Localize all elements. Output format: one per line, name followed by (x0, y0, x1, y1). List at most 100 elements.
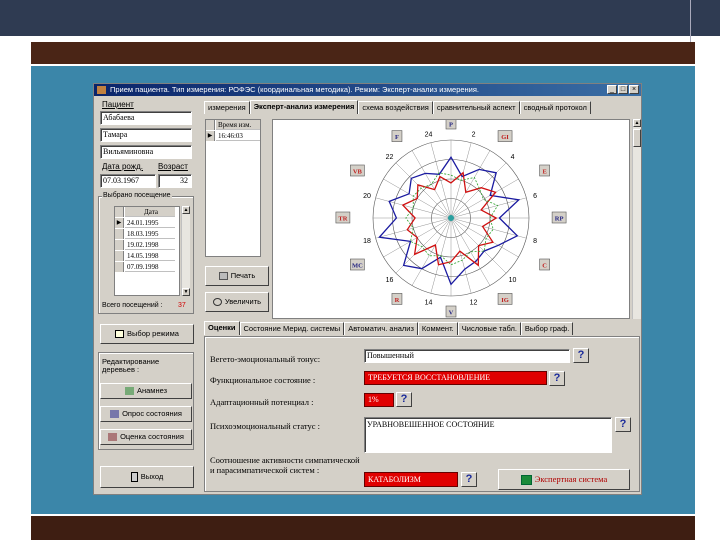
visits-scrollbar[interactable]: ▲ ▼ (181, 206, 190, 296)
radar-series-line (378, 155, 521, 286)
psycho-field[interactable]: УРАВНОВЕШЕННОЕ СОСТОЯНИЕ (364, 417, 612, 453)
tab-impact-scheme[interactable]: схема воздействия (358, 101, 433, 114)
vegetative-field[interactable]: Повышенный (364, 349, 570, 363)
row-pointer-icon: ▶ (206, 131, 215, 141)
visits-total-value: 37 (178, 302, 186, 309)
functional-field[interactable]: ТРЕБУЕТСЯ ВОССТАНОВЛЕНИЕ (364, 371, 547, 385)
print-button[interactable]: Печать (205, 266, 269, 286)
ratio-field[interactable]: КАТАБОЛИЗМ (364, 472, 458, 487)
tab-measurements[interactable]: измерения (204, 101, 250, 114)
slide-bottom-bar (31, 516, 695, 540)
tab-comparison[interactable]: сравнительный аспект (432, 101, 520, 114)
window-controls: _ □ × (607, 85, 639, 94)
survey-label: Опрос состояния (122, 409, 182, 418)
table-row[interactable]: 19.02.1998 (115, 240, 179, 250)
time-column-header[interactable]: Время изм. (216, 120, 260, 130)
survey-button[interactable]: Опрос состояния (100, 406, 192, 422)
window-titlebar[interactable]: Прием пациента. Тип измерения: РОФЭС (ко… (94, 84, 641, 96)
time-row-selector-header (206, 120, 215, 130)
assessment-button[interactable]: Оценка состояния (100, 429, 192, 445)
radar-hour-label: 20 (363, 193, 371, 200)
minimize-button[interactable]: _ (607, 85, 617, 94)
tab-numeric-tables[interactable]: Числовые табл. (457, 322, 521, 335)
meridian-label: F (395, 134, 399, 141)
visit-date-cell[interactable]: 14.05.1998 (125, 251, 175, 261)
chart-scrollbar[interactable]: ▲ (632, 119, 641, 319)
radar-spoke (450, 150, 491, 219)
presentation-slide: Прием пациента. Тип измерения: РОФЭС (ко… (0, 0, 720, 540)
anamnesis-label: Анамнез (136, 386, 168, 395)
functional-help-button[interactable]: ? (549, 371, 565, 386)
maximize-button[interactable]: □ (618, 85, 628, 94)
chart-scroll-up-icon[interactable]: ▲ (633, 119, 641, 127)
age-field[interactable]: 32 (158, 174, 192, 188)
tab-assessments[interactable]: Оценки (204, 321, 240, 335)
adaptive-label: Адаптационный потенциал : (210, 397, 314, 407)
table-row[interactable]: ▶ 24.01.1995 (115, 218, 179, 228)
table-row[interactable]: 07.09.1998 (115, 262, 179, 272)
print-label: Печать (230, 271, 256, 280)
measure-time-list: Время изм. ▶ 16:46:03 (205, 119, 261, 257)
tab-summary[interactable]: сводный протокол (519, 101, 591, 114)
table-row[interactable]: 18.03.1995 (115, 229, 179, 239)
time-header-row: Время изм. (206, 120, 260, 130)
column-header-date[interactable]: Дата (125, 207, 175, 217)
meridian-label: R (395, 297, 400, 304)
visit-date-cell[interactable]: 19.02.1998 (125, 240, 175, 250)
adaptive-field[interactable]: 1% (364, 393, 394, 407)
radar-chart: 24681012141618202224PGIERPCIGVRMCTRVBF (335, 117, 567, 318)
tab-auto-analysis[interactable]: Автоматич. анализ (344, 322, 418, 335)
expert-system-button[interactable]: Экспертная система (498, 469, 630, 490)
first-name-field[interactable]: Тамара (100, 128, 192, 142)
tab-graph-select[interactable]: Выбор граф. (520, 322, 574, 335)
age-label: Возраст (158, 162, 188, 171)
psycho-help-button[interactable]: ? (615, 417, 631, 432)
close-button[interactable]: × (629, 85, 639, 94)
ratio-help-button[interactable]: ? (461, 472, 477, 487)
visit-date-cell[interactable]: 07.09.1998 (125, 262, 175, 272)
visits-total-label: Всего посещений : (102, 302, 163, 309)
meridian-label: TR (338, 216, 347, 223)
tab-comment[interactable]: Коммент. (417, 322, 458, 335)
patronymic-field[interactable]: Вильяминовна (100, 145, 192, 159)
table-header-row: Дата (115, 207, 179, 217)
radar-spoke (395, 162, 452, 219)
row-selector-header (115, 207, 124, 217)
meridian-label: C (542, 263, 547, 270)
slide-top-bar (31, 42, 695, 64)
scroll-up-icon[interactable]: ▲ (182, 206, 190, 214)
vegetative-help-button[interactable]: ? (573, 348, 589, 363)
table-row[interactable]: 14.05.1998 (115, 251, 179, 261)
survey-icon (110, 410, 120, 419)
exit-button[interactable]: Выход (100, 466, 194, 488)
tab-meridian-state[interactable]: Состояние Мерид. системы (239, 322, 345, 335)
meridian-label: VB (353, 169, 363, 176)
mode-select-button[interactable]: Выбор режима (100, 324, 194, 344)
visit-date-cell[interactable]: 24.01.1995 (125, 218, 175, 228)
ratio-label: Соотношение активности симпатической и п… (210, 455, 360, 475)
tab-expert-analysis[interactable]: Эксперт-анализ измерения (249, 100, 359, 114)
app-window: Прием пациента. Тип измерения: РОФЭС (ко… (93, 83, 642, 495)
chart-scroll-thumb[interactable] (633, 129, 641, 147)
radar-hour-label: 22 (386, 154, 394, 161)
meridian-label: V (449, 310, 454, 317)
meridian-label: GI (501, 134, 509, 141)
exit-label: Выход (140, 472, 164, 481)
anamnesis-button[interactable]: Анамнез (100, 383, 192, 399)
zoom-button[interactable]: Увеличить (205, 292, 269, 312)
slide-header-strip (0, 0, 720, 36)
visit-date-cell[interactable]: 18.03.1995 (125, 229, 175, 239)
last-name-field[interactable]: Абабаева (100, 111, 192, 125)
dob-field[interactable]: 07.03.1967 (100, 174, 156, 188)
magnifier-icon (212, 298, 222, 307)
radar-hour-label: 6 (533, 193, 537, 200)
meridian-label: E (542, 169, 546, 176)
dob-label: Дата рожд. (102, 162, 143, 171)
tree-edit-label: Редактирование деревьев : (102, 357, 160, 374)
assessment-icon (108, 433, 118, 442)
time-cell[interactable]: 16:46:03 (216, 131, 260, 141)
time-row[interactable]: ▶ 16:46:03 (206, 131, 260, 141)
radar-spoke (411, 217, 452, 286)
adaptive-help-button[interactable]: ? (396, 392, 412, 407)
scroll-down-icon[interactable]: ▼ (182, 288, 190, 296)
